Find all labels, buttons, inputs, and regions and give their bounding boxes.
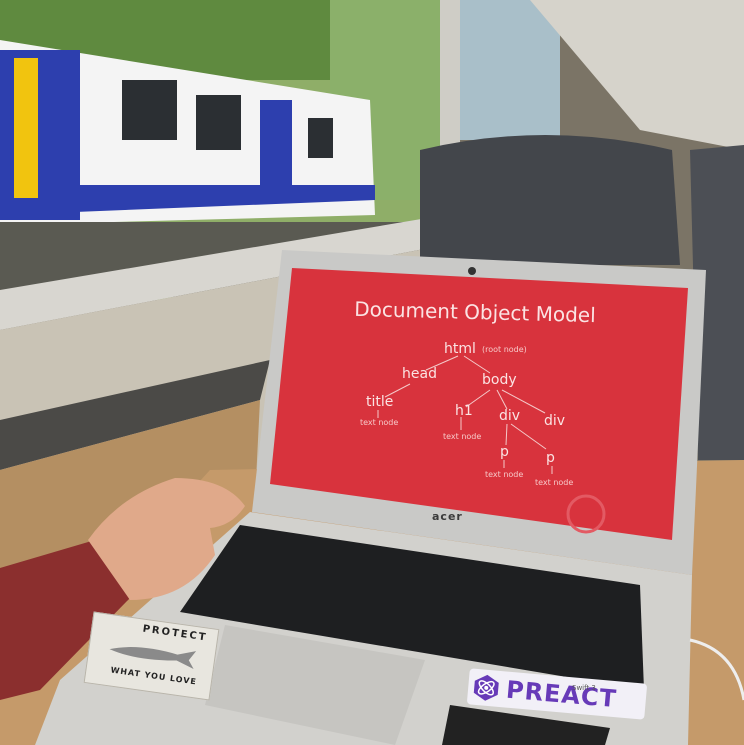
node-p-1: p (500, 444, 509, 460)
node-html: html (444, 341, 476, 357)
preact-sticker-text: PREACT (504, 675, 619, 714)
webcam-icon (468, 267, 476, 275)
node-h1: h1 (455, 403, 473, 419)
text-node-label-3: text node (485, 470, 524, 479)
laptop-model-label: Swift 3 (572, 684, 596, 692)
text-node-label-1: text node (360, 418, 399, 427)
laptop-brand-logo: acer (432, 510, 463, 523)
node-root-note: (root node) (482, 345, 527, 354)
protect-sticker-top-text: PROTECT (141, 623, 209, 644)
node-head: head (402, 366, 437, 382)
preact-logo-icon (473, 674, 499, 701)
node-body: body (482, 372, 517, 388)
node-div-2: div (544, 413, 566, 429)
photo-scene: Document Object Model html (root node) h… (0, 0, 744, 745)
node-p-2: p (546, 450, 555, 466)
node-div-1: div (499, 408, 521, 424)
train-seat (420, 135, 680, 265)
text-node-label-2: text node (443, 432, 482, 441)
node-title: title (366, 394, 394, 410)
text-node-label-4: text node (535, 478, 574, 487)
